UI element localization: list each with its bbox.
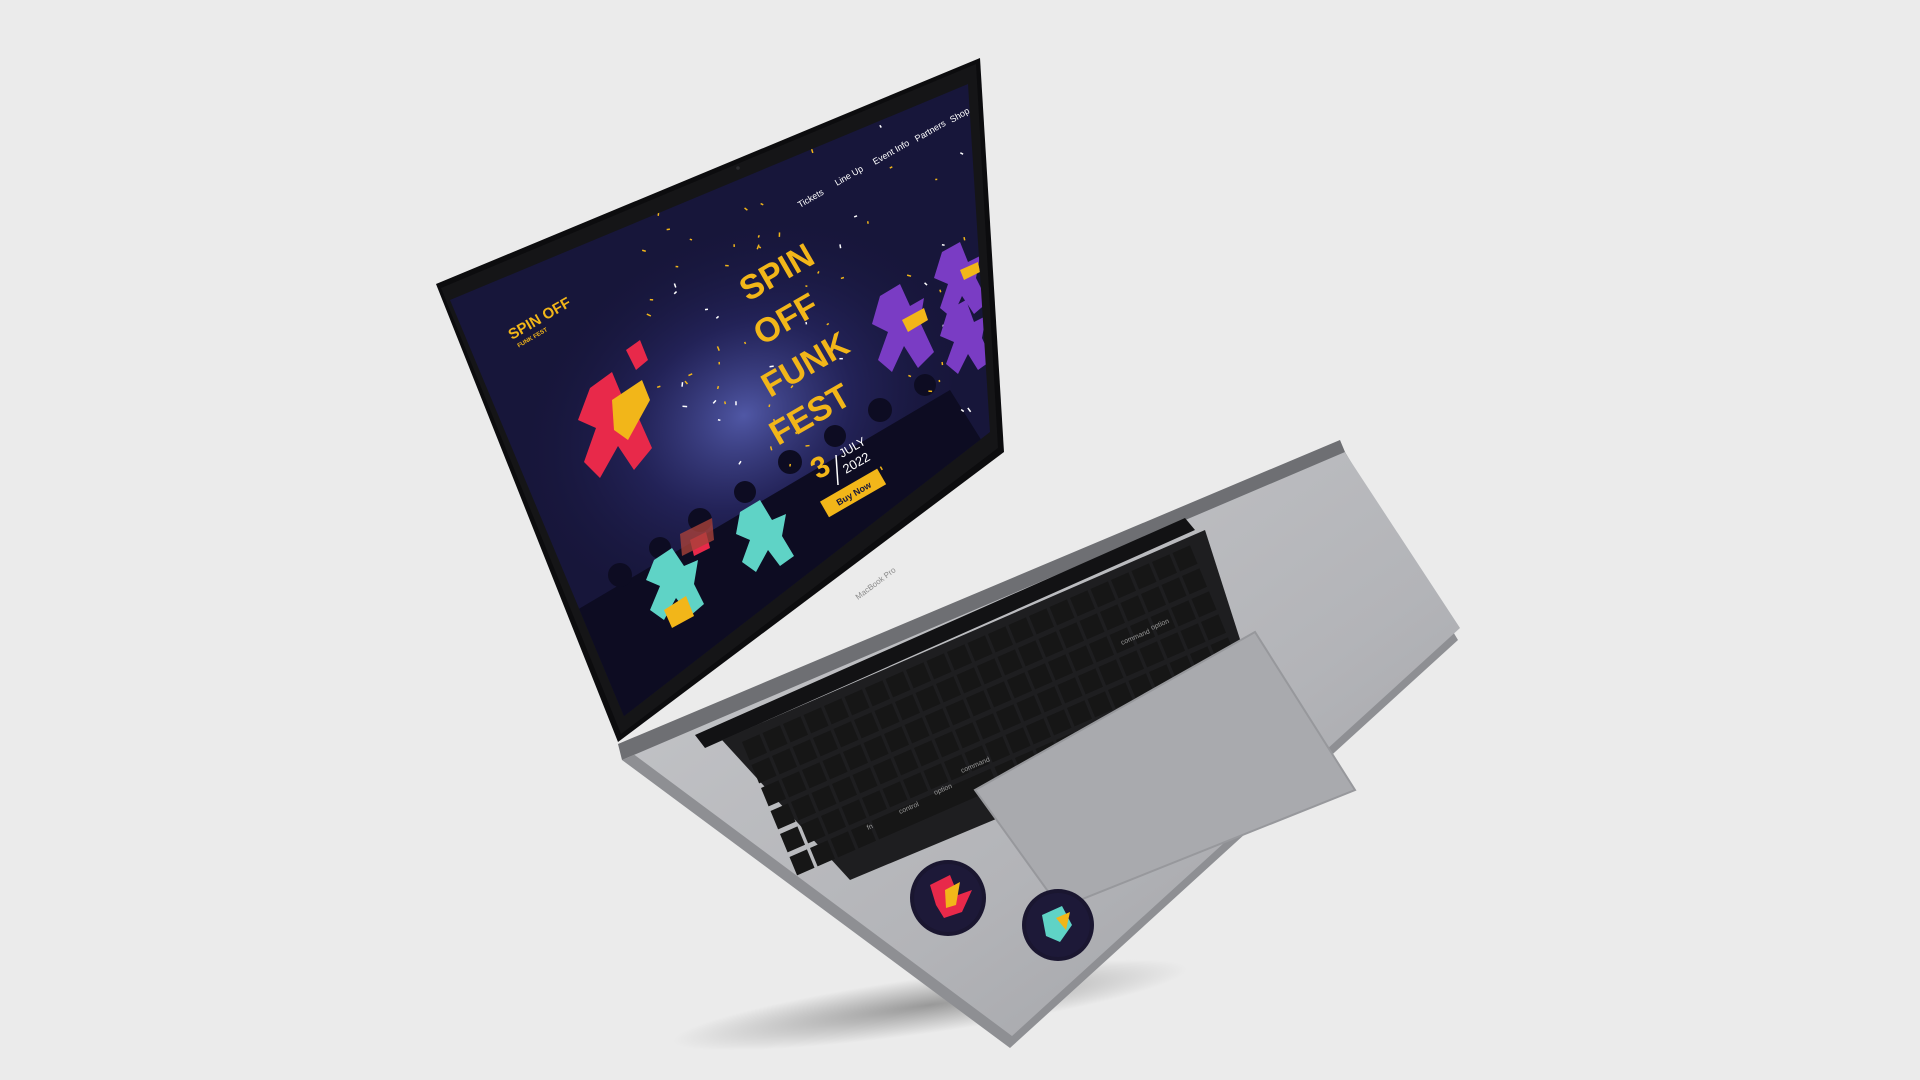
confetti-piece <box>718 361 721 365</box>
confetti-piece <box>725 264 729 267</box>
confetti-piece <box>699 138 705 142</box>
confetti-piece <box>694 120 698 125</box>
confetti-piece <box>938 379 941 383</box>
sticker-teal-dancer <box>1022 889 1094 961</box>
confetti-piece <box>935 178 938 181</box>
model-label: MacBook Pro <box>854 565 898 601</box>
confetti-piece <box>668 144 671 147</box>
confetti-piece <box>667 136 671 141</box>
confetti-piece <box>735 120 739 124</box>
laptop-mockup-scene: command option control fn command option… <box>436 58 1460 1051</box>
confetti-piece <box>675 265 679 268</box>
confetti-piece <box>649 298 654 301</box>
confetti-piece <box>735 401 737 406</box>
webcam <box>736 166 740 170</box>
sticker-red-dancer <box>910 860 986 936</box>
confetti-piece <box>928 390 933 393</box>
confetti-piece <box>666 169 670 174</box>
confetti-piece <box>733 244 735 247</box>
confetti-piece <box>778 232 781 237</box>
